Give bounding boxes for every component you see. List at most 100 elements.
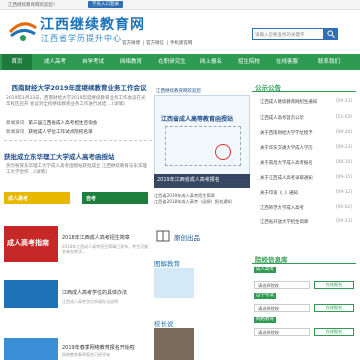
news-item[interactable]: 新闻资讯 获批成人学位工作试点院校名单 xyxy=(6,129,93,135)
nav-home[interactable]: 首页 xyxy=(2,54,32,70)
self-exam-banner[interactable]: 自考 xyxy=(82,192,148,204)
certificate-body xyxy=(165,126,241,166)
principal-photo[interactable] xyxy=(154,328,194,360)
seal xyxy=(215,144,231,160)
notice-date: [12-03] xyxy=(335,115,352,120)
notice-text: 关于西南财经大学学位授予 xyxy=(260,131,313,136)
notice-item[interactable]: 关于华东交通大学成人学历 [09-23] xyxy=(260,145,352,151)
notice-item[interactable]: 江西省开放大学招生简章 [09-23] xyxy=(260,219,352,225)
divider xyxy=(4,140,152,141)
notice-date: [09-20] xyxy=(335,130,352,135)
image-caption[interactable]: 2019年江西省成人高考报名 xyxy=(154,174,250,188)
notice-item[interactable]: 关于江西成人高考录取通知 [09-15] xyxy=(260,175,352,181)
nav-adult-exam[interactable]: 成人高考 xyxy=(40,54,70,70)
query-label: 成人高考 xyxy=(254,267,276,273)
search-input[interactable]: 请输入您要查找的关键字 xyxy=(252,28,324,40)
school-select[interactable]: 请选择院校 xyxy=(254,328,310,336)
nav-schools[interactable]: 招生院校 xyxy=(234,54,264,70)
infographic-title: 图解教育 xyxy=(154,260,180,268)
list-item-desc: 2018年江西成人高考招生简章已发布，考生可报名参加考试... xyxy=(62,244,149,254)
list-item-desc: 网络教育春季报名已经开始 xyxy=(62,352,110,357)
certificate-title: 江西省成人高等教育函授站 xyxy=(161,116,234,123)
story-text: 热烈祝贺东华理工大学成人高考函授站获批成立 江西继续教育与东华理工大学合作 ..… xyxy=(6,164,147,175)
principal-title: 校长说 xyxy=(154,320,174,328)
thumb-image[interactable] xyxy=(4,338,58,360)
nav-signup[interactable]: 网上报名 xyxy=(196,54,226,70)
notice-item[interactable]: 关于印发《..》通知 [09-12] xyxy=(260,190,352,196)
headline-text: 2019年1月23日，西南财经大学2019年度继续教育业务工作会议在光华校区召开… xyxy=(6,96,146,107)
original-section-title: 原创出品 xyxy=(174,234,200,242)
notice-text: 关于华东交通大学成人学历 xyxy=(260,146,313,151)
notice-date: [09-12] xyxy=(335,190,352,195)
logo-icon xyxy=(8,22,37,41)
notice-item[interactable]: 江西师范大学成人高考 [06-02] xyxy=(260,205,352,211)
login-button[interactable]: 学员入口登录 xyxy=(88,1,123,8)
notice-item[interactable]: 关于南昌大学成人高考报名 [08-10] xyxy=(260,160,352,166)
notice-item[interactable]: 江西成人高考首页公示 [12-03] xyxy=(260,115,352,121)
story-title[interactable]: 获批成立东华理工大学成人高考函授站 xyxy=(4,151,154,161)
infographic-image[interactable] xyxy=(154,268,194,298)
news-tag: 新闻资讯 xyxy=(6,130,25,135)
news-text: 第三届江西省成人高考招生咨询会 xyxy=(28,121,98,126)
notice-date: [09-23] xyxy=(335,145,352,150)
list-item-title[interactable]: 江西成人高考学位的具体办法 xyxy=(62,289,127,296)
logo-title: 江西继续教育网 xyxy=(40,17,145,33)
main-nav: 首页 成人高考 自学考试 网络教育 在职研究生 网上报名 招生院校 在线客服 联… xyxy=(0,54,360,70)
nav-postgrad[interactable]: 在职研究生 xyxy=(154,54,190,70)
signup-button[interactable]: 在线报名 xyxy=(314,304,354,312)
headline-title[interactable]: 西南财经大学2019年度继续教育业务工作会议 xyxy=(4,82,154,92)
query-label: 自学考试 xyxy=(254,293,276,299)
divider xyxy=(252,91,356,92)
adult-exam-banner[interactable]: 成人高考 xyxy=(4,192,70,204)
news-tag: 新闻资讯 xyxy=(6,121,25,126)
notice-date: [09-23] xyxy=(335,99,352,104)
banner-label: 成人高考 xyxy=(8,196,29,202)
mobile-link[interactable]: 手机版官网 xyxy=(170,41,193,46)
list-item[interactable]: 江西省2018年成人高考（函授）报名通知 xyxy=(154,199,232,205)
notice-date: [09-23] xyxy=(335,219,352,224)
mid-card-head: 江西继续教育网欢迎您 xyxy=(156,89,201,94)
book-icon xyxy=(156,230,170,242)
news-text: 获批成人学位工作试点院校名单 xyxy=(28,130,93,135)
thumb-label: 成人高考指南 xyxy=(7,239,49,247)
nav-self-exam[interactable]: 自学考试 xyxy=(78,54,108,70)
thumb-image[interactable]: 成人高考指南 xyxy=(4,226,58,262)
mid-news-list: 江西省2019年成人高考招生简章 江西省2018年成人高考（函授）报名通知 xyxy=(154,193,232,205)
nav-contact[interactable]: 联系我们 xyxy=(314,54,344,70)
notice-date: [08-10] xyxy=(335,160,352,165)
notice-text: 关于江西成人高考录取通知 xyxy=(260,176,313,181)
logo-subtitle: 江西省学历提升中心 xyxy=(41,34,122,43)
list-item-desc: 江西成人高考学位申请办法说明 xyxy=(62,299,118,304)
search-button[interactable] xyxy=(324,28,338,40)
nav-online-edu[interactable]: 网络教育 xyxy=(116,54,146,70)
divider xyxy=(252,263,356,264)
notice-text: 关于印发《..》通知 xyxy=(260,191,298,196)
notice-text: 江西成人高考首页公示 xyxy=(260,116,304,121)
notice-item[interactable]: 江西成人继续教育网招生通知 [09-23] xyxy=(260,99,352,105)
notice-text: 关于南昌大学成人高考报名 xyxy=(260,161,313,166)
welcome-text: 江西继续教育网欢迎您！ xyxy=(8,3,58,8)
school-select[interactable]: 请选择院校 xyxy=(254,304,310,312)
notice-text: 江西师范大学成人高考 xyxy=(260,206,304,211)
nav-support[interactable]: 在线客服 xyxy=(272,54,302,70)
signup-button[interactable]: 在线报名 xyxy=(314,281,354,289)
news-item[interactable]: 新闻资讯 第三届江西省成人高考招生咨询会 xyxy=(6,120,97,126)
list-item-title[interactable]: 2018年江西成人高考招生简章 xyxy=(62,234,130,241)
notice-text: 江西成人继续教育网招生通知 xyxy=(260,100,318,105)
school-select[interactable]: 请选择院校 xyxy=(254,281,310,289)
list-item-title[interactable]: 2019年春季网络教育报名开始啦 xyxy=(62,344,135,351)
notice-date: [09-15] xyxy=(335,175,352,180)
banner-label: 自考 xyxy=(86,196,97,202)
query-label: 网络教育 xyxy=(254,317,276,323)
header-links: 官方微博 | 官方微信 | 手机版官网 xyxy=(122,41,193,46)
notice-text: 江西省开放大学招生简章 xyxy=(260,220,309,225)
top-bar: 江西继续教育网欢迎您！ 学员入口登录 xyxy=(0,0,360,10)
search-icon xyxy=(327,30,335,38)
wechat-link[interactable]: 官方微信 xyxy=(146,41,164,46)
thumb-image[interactable] xyxy=(4,280,58,308)
signup-button[interactable]: 在线报名 xyxy=(314,328,354,336)
notice-date: [06-02] xyxy=(335,205,352,210)
certificate-image[interactable]: 江西省成人高等教育函授站 xyxy=(154,95,250,179)
notice-item[interactable]: 关于西南财经大学学位授予 [09-20] xyxy=(260,130,352,136)
weibo-link[interactable]: 官方微博 xyxy=(122,41,140,46)
